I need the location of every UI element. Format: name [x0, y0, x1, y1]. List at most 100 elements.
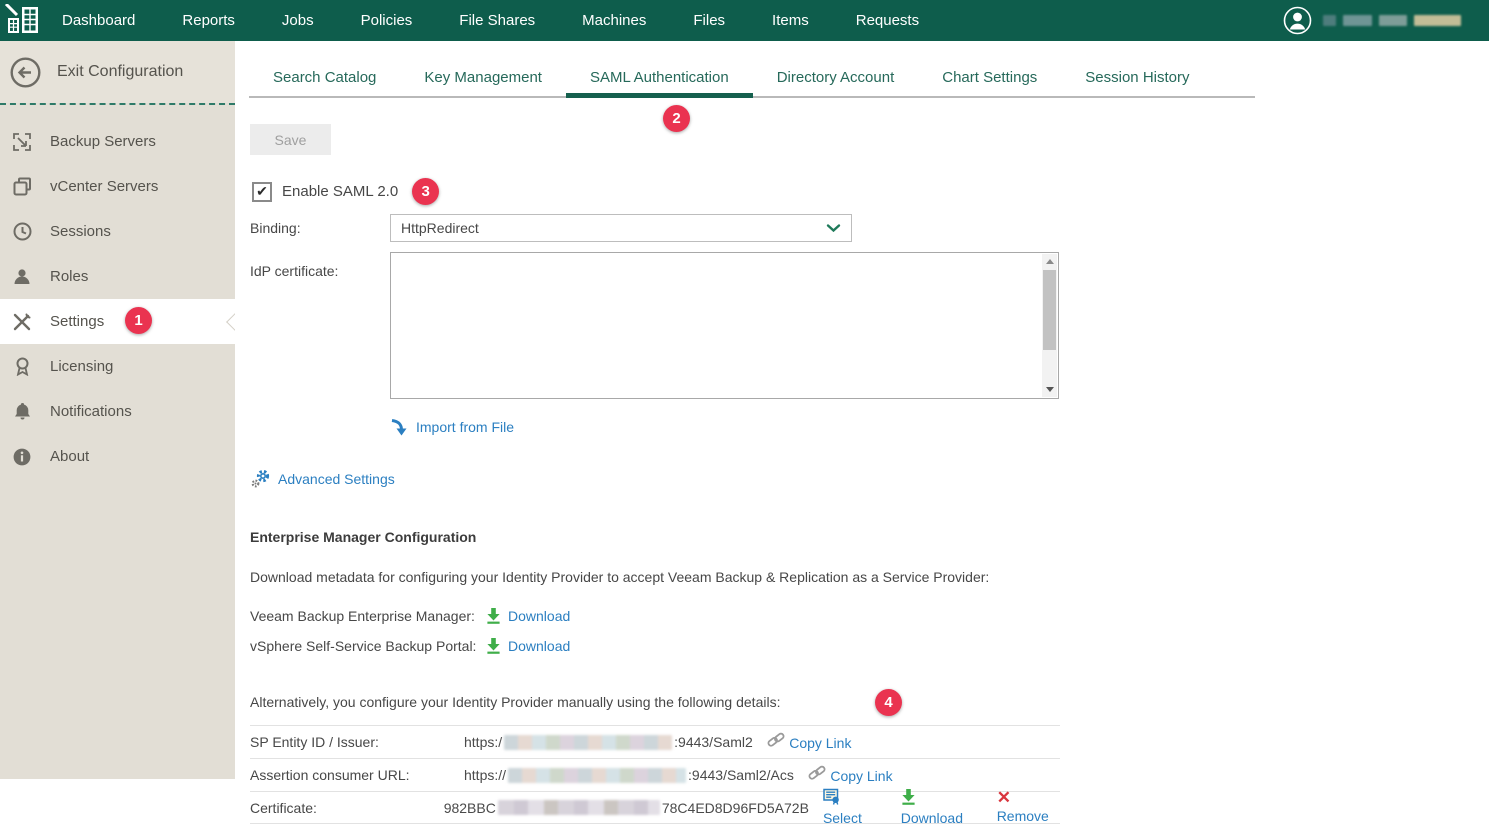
topnav-policies[interactable]: Policies — [361, 12, 413, 29]
top-navigation: Dashboard Reports Jobs Policies File Sha… — [62, 12, 919, 29]
configuration-sidebar: Exit Configuration Backup Servers vCente… — [0, 41, 235, 779]
binding-label: Binding: — [250, 214, 390, 242]
certificate-download-link[interactable]: Download — [901, 788, 974, 828]
topnav-jobs[interactable]: Jobs — [282, 12, 314, 29]
sp-entity-label: SP Entity ID / Issuer: — [250, 734, 464, 750]
topnav-file-shares[interactable]: File Shares — [459, 12, 535, 29]
topnav-items[interactable]: Items — [772, 12, 809, 29]
idp-certificate-textarea[interactable] — [390, 252, 1059, 399]
tab-session-history[interactable]: Session History — [1061, 60, 1213, 98]
sidebar-item-about[interactable]: About — [0, 434, 235, 479]
topnav-machines[interactable]: Machines — [582, 12, 646, 29]
redacted-host-block — [504, 735, 672, 750]
binding-row: Binding: HttpRedirect — [250, 214, 1489, 242]
sidebar-item-roles[interactable]: Roles — [0, 254, 235, 299]
callout-badge-settings: 1 — [125, 307, 152, 334]
sidebar-item-sessions[interactable]: Sessions — [0, 209, 235, 254]
em-metadata-download-link[interactable]: Download — [486, 607, 570, 624]
sidebar-item-notifications[interactable]: Notifications — [0, 389, 235, 434]
em-metadata-download-label: Download — [508, 608, 570, 624]
sidebar-item-licensing[interactable]: Licensing — [0, 344, 235, 389]
redacted-username-block — [1379, 15, 1407, 26]
import-from-file-link[interactable]: Import from File — [390, 418, 1489, 436]
vcenter-servers-icon — [10, 177, 34, 196]
sidebar-item-label: Sessions — [50, 223, 111, 240]
redacted-thumbprint-block — [498, 800, 660, 815]
redacted-host-block — [508, 768, 686, 783]
em-metadata-label: Veeam Backup Enterprise Manager: — [250, 608, 486, 624]
user-area[interactable] — [1283, 6, 1461, 35]
certificate-label: Certificate: — [250, 800, 444, 816]
redacted-username-block — [1323, 15, 1336, 26]
tab-key-management[interactable]: Key Management — [400, 60, 566, 98]
callout-badge-enable-saml: 3 — [412, 178, 439, 205]
download-icon — [486, 607, 501, 624]
table-row-sp-entity-id: SP Entity ID / Issuer: https:/:9443/Saml… — [250, 725, 1060, 758]
enable-saml-row: Enable SAML 2.0 3 — [252, 178, 1489, 205]
tools-icon — [10, 312, 34, 332]
assertion-url-value: https://:9443/Saml2/Acs — [464, 767, 794, 783]
veeam-logo-icon[interactable] — [0, 0, 48, 41]
assertion-url-copy-link[interactable]: Copy Link — [808, 765, 893, 786]
certificate-value: 982BBC78C4ED8D96FD5A72B — [444, 800, 809, 816]
redacted-username-block — [1414, 15, 1461, 26]
sidebar-item-backup-servers[interactable]: Backup Servers — [0, 119, 235, 164]
binding-value: HttpRedirect — [401, 220, 479, 236]
import-from-file-label: Import from File — [416, 419, 514, 435]
scrollbar-thumb[interactable] — [1043, 270, 1056, 350]
scrollbar-up-button[interactable] — [1042, 254, 1057, 269]
sidebar-item-label: Settings — [50, 313, 104, 330]
sidebar-item-settings[interactable]: Settings — [0, 299, 235, 344]
back-arrow-icon — [10, 57, 41, 88]
sidebar-item-label: Licensing — [50, 358, 113, 375]
download-icon — [486, 637, 501, 654]
advanced-settings-label: Advanced Settings — [278, 471, 395, 487]
award-icon — [10, 357, 34, 376]
topnav-requests[interactable]: Requests — [856, 12, 919, 29]
topnav-dashboard[interactable]: Dashboard — [62, 12, 135, 29]
callout-badge-details: 4 — [875, 689, 902, 716]
top-bar: Dashboard Reports Jobs Policies File Sha… — [0, 0, 1489, 41]
sidebar-item-label: About — [50, 448, 89, 465]
vsphere-metadata-download-link[interactable]: Download — [486, 637, 570, 654]
tab-saml-authentication[interactable]: SAML Authentication — [566, 60, 753, 98]
manual-config-details-table: SP Entity ID / Issuer: https:/:9443/Saml… — [250, 725, 1060, 824]
assertion-url-copy-label: Copy Link — [830, 768, 892, 784]
tab-chart-settings[interactable]: Chart Settings — [918, 60, 1061, 98]
certificate-remove-link[interactable]: ✕ Remove — [997, 789, 1060, 826]
save-button[interactable]: Save — [250, 124, 331, 155]
enable-saml-checkbox[interactable] — [252, 182, 272, 202]
scrollbar[interactable] — [1042, 254, 1057, 397]
sidebar-item-label: vCenter Servers — [50, 178, 158, 195]
sidebar-item-label: Roles — [50, 268, 88, 285]
certificate-select-link[interactable]: Select — [823, 788, 878, 828]
topnav-files[interactable]: Files — [693, 12, 725, 29]
person-icon — [10, 268, 34, 286]
sidebar-item-label: Notifications — [50, 403, 132, 420]
binding-select[interactable]: HttpRedirect — [390, 214, 852, 242]
user-avatar-icon[interactable] — [1283, 6, 1312, 35]
manual-config-intro-text: Alternatively, you configure your Identi… — [250, 694, 1489, 710]
table-row-certificate: Certificate: 982BBC78C4ED8D96FD5A72B Sel… — [250, 791, 1060, 824]
topnav-reports[interactable]: Reports — [182, 12, 235, 29]
settings-content: Search Catalog Key Management SAML Authe… — [235, 41, 1489, 779]
vsphere-metadata-label: vSphere Self-Service Backup Portal: — [250, 638, 486, 654]
metadata-intro-text: Download metadata for configuring your I… — [250, 569, 1489, 585]
sp-entity-value: https:/:9443/Saml2 — [464, 734, 753, 750]
tab-search-catalog[interactable]: Search Catalog — [249, 60, 400, 98]
vsphere-metadata-download-label: Download — [508, 638, 570, 654]
table-row-assertion-url: Assertion consumer URL: https://:9443/Sa… — [250, 758, 1060, 791]
exit-configuration-button[interactable]: Exit Configuration — [0, 41, 235, 103]
enterprise-manager-heading: Enterprise Manager Configuration — [250, 529, 1489, 545]
sidebar-item-label: Backup Servers — [50, 133, 156, 150]
tab-directory-account[interactable]: Directory Account — [753, 60, 919, 98]
sidebar-item-vcenter-servers[interactable]: vCenter Servers — [0, 164, 235, 209]
info-icon — [10, 448, 34, 466]
redacted-username-block — [1343, 15, 1372, 26]
bell-icon — [10, 402, 34, 421]
sp-entity-copy-link[interactable]: Copy Link — [767, 732, 852, 753]
advanced-settings-link[interactable]: Advanced Settings — [251, 469, 1489, 488]
scrollbar-down-button[interactable] — [1042, 382, 1057, 397]
chevron-down-icon — [826, 223, 841, 233]
remove-x-icon: ✕ — [997, 789, 1011, 806]
